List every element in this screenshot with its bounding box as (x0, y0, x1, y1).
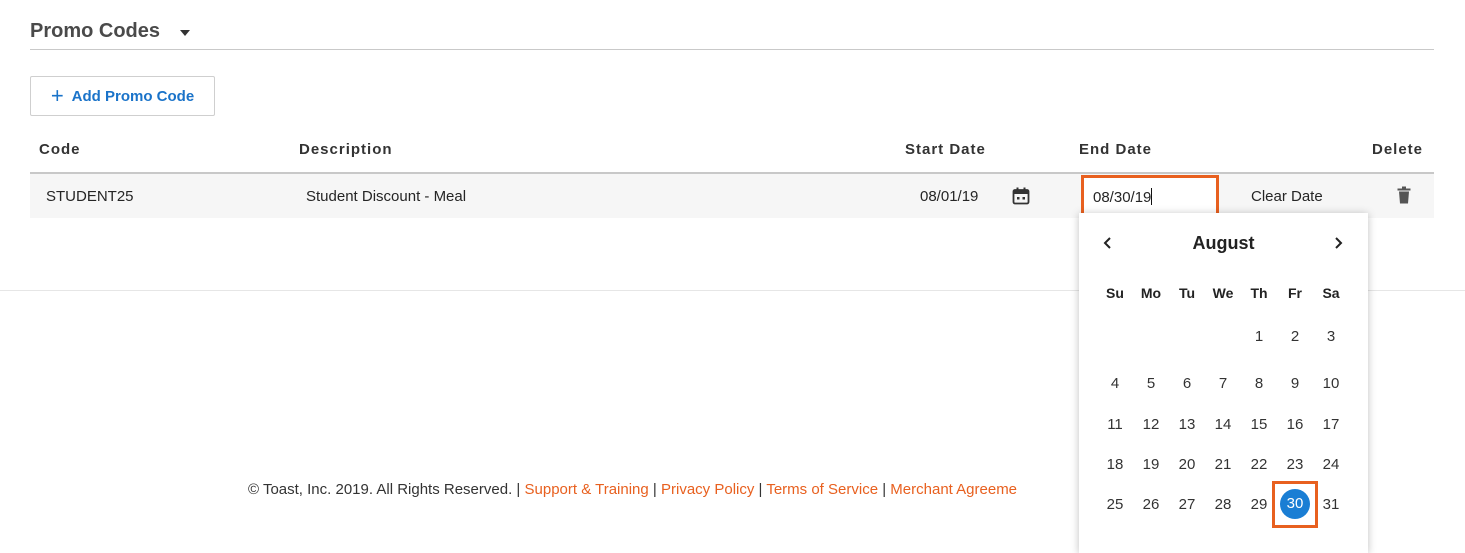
selected-day: 30 (1280, 489, 1310, 519)
calendar-day[interactable]: 17 (1313, 416, 1349, 433)
weekday-label: Sa (1322, 285, 1340, 301)
selected-day-highlight[interactable]: 30 (1272, 481, 1318, 528)
footer-separator: | (882, 481, 887, 498)
end-date-value: 08/30/19 (1093, 189, 1152, 206)
calendar-day[interactable]: 8 (1241, 375, 1277, 392)
footer-copyright: © Toast, Inc. 2019. All Rights Reserved. (248, 481, 513, 498)
calendar-day[interactable]: 31 (1313, 496, 1349, 513)
end-date-input[interactable]: 08/30/19 (1081, 175, 1219, 216)
header-delete: Delete (1372, 141, 1424, 158)
weekday-label: Tu (1178, 285, 1196, 301)
footer: © Toast, Inc. 2019. All Rights Reserved.… (248, 481, 1017, 498)
weekday-label: Su (1106, 285, 1124, 301)
calendar-day[interactable]: 19 (1133, 456, 1169, 473)
calendar-day[interactable]: 14 (1205, 416, 1241, 433)
footer-separator: | (516, 481, 521, 498)
plus-icon: + (50, 83, 64, 108)
calendar-day[interactable]: 28 (1205, 496, 1241, 513)
table-row (30, 174, 1434, 218)
section-title: Promo Codes (30, 20, 161, 42)
calendar-icon[interactable] (1012, 187, 1030, 205)
description-cell: Student Discount - Meal (306, 188, 467, 205)
chevron-right-icon[interactable] (1331, 235, 1345, 251)
clear-date-link[interactable]: Clear Date (1251, 188, 1323, 205)
section-header: Promo Codes (30, 18, 1434, 50)
footer-separator: | (652, 481, 657, 498)
trash-icon[interactable] (1397, 186, 1411, 204)
weekday-label: Th (1250, 285, 1268, 301)
add-promo-code-label: Add Promo Code (71, 87, 195, 105)
header-code: Code (39, 141, 81, 158)
calendar-day[interactable]: 21 (1205, 456, 1241, 473)
weekday-label: Mo (1140, 285, 1162, 301)
footer-link-merchant[interactable]: Merchant Agreeme (890, 481, 1017, 498)
calendar-day[interactable]: 18 (1097, 456, 1133, 473)
footer-link-terms[interactable]: Terms of Service (766, 481, 878, 498)
footer-separator: | (758, 481, 763, 498)
calendar-day[interactable]: 26 (1133, 496, 1169, 513)
weekday-label: Fr (1288, 285, 1302, 301)
calendar-day[interactable]: 2 (1277, 328, 1313, 345)
footer-link-privacy[interactable]: Privacy Policy (661, 481, 754, 498)
footer-link-support[interactable]: Support & Training (525, 481, 649, 498)
calendar-day[interactable]: 1 (1241, 328, 1277, 345)
calendar-day[interactable]: 9 (1277, 375, 1313, 392)
calendar-day[interactable]: 24 (1313, 456, 1349, 473)
calendar-day[interactable]: 23 (1277, 456, 1313, 473)
calendar-day[interactable]: 15 (1241, 416, 1277, 433)
text-cursor (1151, 188, 1153, 205)
start-date-value[interactable]: 08/01/19 (920, 188, 978, 205)
calendar-day[interactable]: 6 (1169, 375, 1205, 392)
header-start-date: Start Date (905, 141, 986, 158)
calendar-day[interactable]: 13 (1169, 416, 1205, 433)
calendar-day[interactable]: 22 (1241, 456, 1277, 473)
caret-down-icon[interactable] (180, 30, 190, 36)
calendar-day[interactable]: 25 (1097, 496, 1133, 513)
calendar-day[interactable]: 7 (1205, 375, 1241, 392)
calendar-day[interactable]: 16 (1277, 416, 1313, 433)
weekday-label: We (1212, 285, 1234, 301)
header-description: Description (299, 141, 393, 158)
calendar-day[interactable]: 27 (1169, 496, 1205, 513)
header-end-date: End Date (1079, 141, 1153, 158)
add-promo-code-button[interactable]: + Add Promo Code (30, 76, 215, 116)
calendar-day[interactable]: 5 (1133, 375, 1169, 392)
calendar-day[interactable]: 4 (1097, 375, 1133, 392)
calendar-day[interactable]: 20 (1169, 456, 1205, 473)
month-label: August (1192, 233, 1255, 253)
calendar-day[interactable]: 10 (1313, 375, 1349, 392)
date-picker: August Su Mo Tu We Th Fr Sa 1 2 3 4 5 6 7 8 9 10 11 12 13 14… (1079, 213, 1368, 553)
calendar-day[interactable]: 11 (1097, 416, 1133, 433)
calendar-day[interactable]: 3 (1313, 328, 1349, 345)
code-cell: STUDENT25 (46, 188, 134, 205)
calendar-day[interactable]: 12 (1133, 416, 1169, 433)
